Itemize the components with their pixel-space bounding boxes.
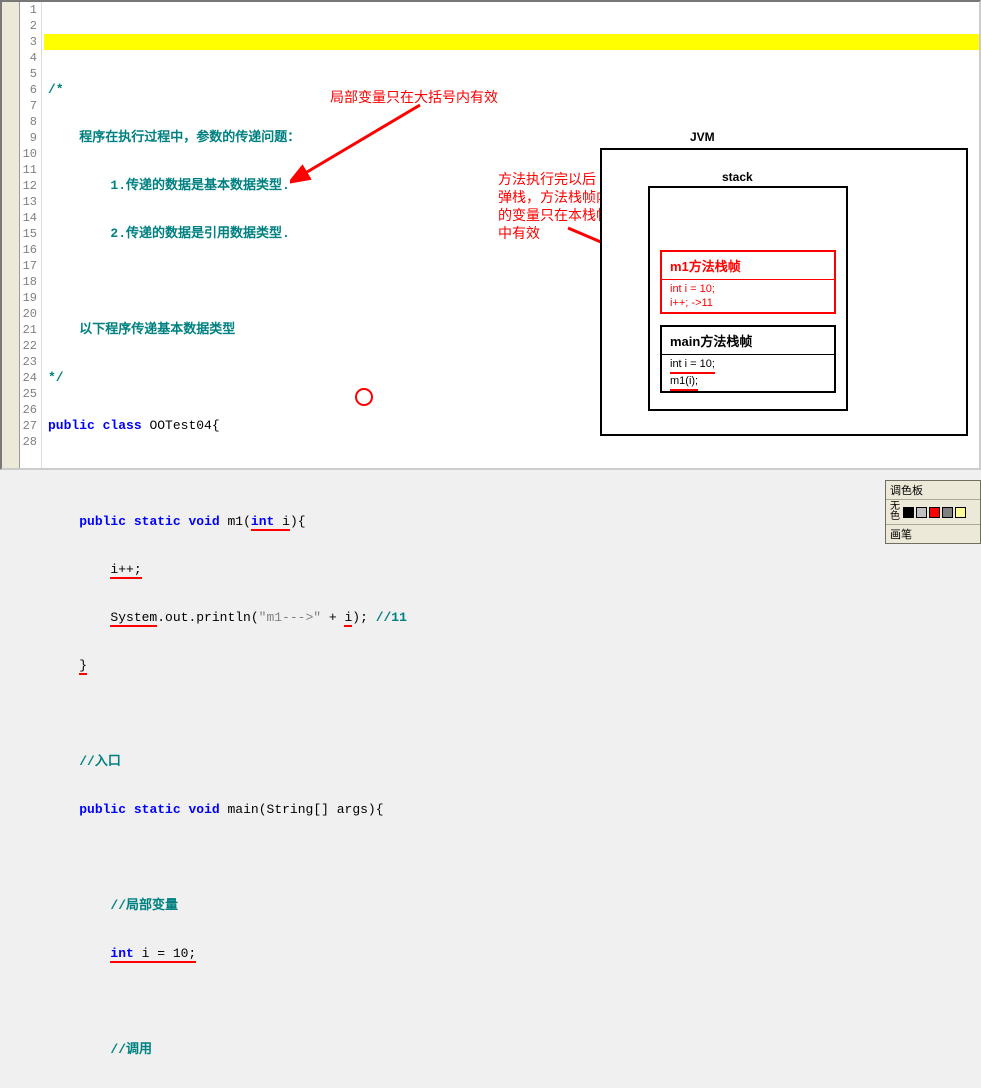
fold-gutter[interactable] bbox=[2, 2, 20, 468]
color-swatch[interactable] bbox=[903, 507, 914, 518]
annotation-scope: 局部变量只在大括号内有效 bbox=[330, 88, 498, 106]
no-color-label[interactable]: 无色 bbox=[888, 502, 902, 522]
jvm-label: JVM bbox=[690, 130, 715, 144]
color-palette: 调色板 无色 画笔 bbox=[885, 480, 981, 544]
color-swatch[interactable] bbox=[929, 507, 940, 518]
color-swatch[interactable] bbox=[916, 507, 927, 518]
annotation-stack: 方法执行完以后 弹栈，方法栈帧内 的变量只在本栈帧 中有效 bbox=[498, 170, 610, 242]
circle-annotation-icon bbox=[355, 388, 373, 406]
code-line bbox=[44, 34, 979, 50]
brush-title: 画笔 bbox=[886, 524, 980, 543]
stack-label: stack bbox=[722, 170, 753, 184]
color-swatch[interactable] bbox=[955, 507, 966, 518]
color-swatch[interactable] bbox=[942, 507, 953, 518]
line-number-gutter: 1234 5678 9101112 13141516 17181920 2122… bbox=[20, 2, 42, 468]
stack-frame-main: main方法栈帧 int i = 10; m1(i); bbox=[660, 325, 836, 393]
stack-frame-m1: m1方法栈帧 int i = 10; i++; ->11 bbox=[660, 250, 836, 314]
palette-title: 调色板 bbox=[886, 481, 980, 500]
